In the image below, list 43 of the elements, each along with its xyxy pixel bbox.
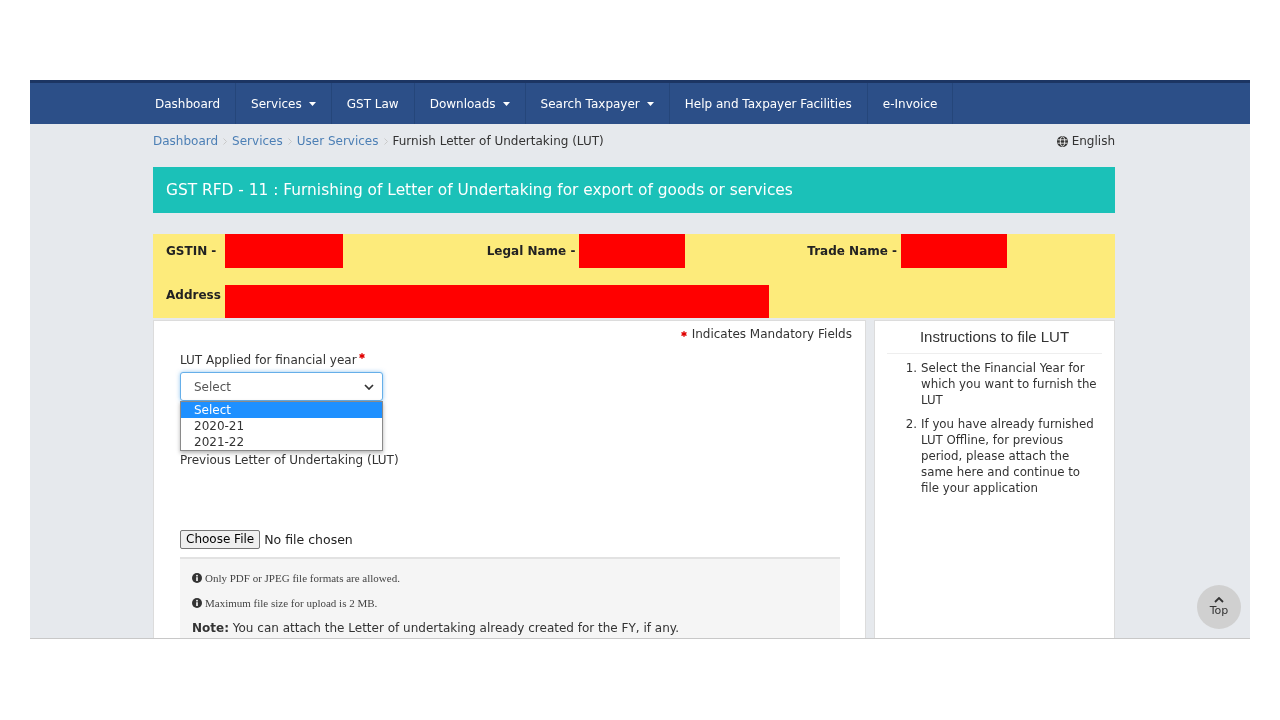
field-label: GSTIN - (166, 244, 218, 258)
back-to-top-button[interactable]: Top (1197, 585, 1241, 629)
chevron-right-icon (223, 137, 228, 145)
nav-menu-item[interactable]: Dashboard (140, 83, 237, 124)
nav-menu-item[interactable]: Downloads (414, 83, 526, 124)
nav-menu-item[interactable]: Services (236, 83, 332, 124)
language-link[interactable]: English (1056, 134, 1115, 148)
breadcrumb-current: Furnish Letter of Undertaking (LUT) (392, 134, 604, 148)
field-label: LUT Applied for financial year (180, 353, 357, 367)
required-asterisk-icon (680, 331, 687, 337)
step-text: Select the Financial Year for which you want to furnish the LUT (921, 360, 1098, 408)
page-title-bar: GST RFD - 11 : Furnishing of Letter of Undertaking for export of goods or services (153, 167, 1115, 213)
mandatory-note: Indicates Mandatory Fields (691, 327, 852, 341)
note-text: Maximum file size for upload is 2 MB. (205, 596, 378, 610)
panel-title: Instructions to file LUT (918, 327, 1071, 346)
step-number: 1. (904, 360, 917, 377)
note-text: Only PDF or JPEG file formats are allowed. (205, 571, 400, 585)
chevron-right-icon (287, 137, 292, 145)
nav-menu-item[interactable]: e-Invoice (867, 83, 954, 124)
field-label: Previous Letter of Undertaking (LUT) (180, 453, 399, 467)
field-label: Legal Name - (486, 244, 576, 258)
nav-menu-item[interactable]: Search Taxpayer (525, 83, 670, 124)
globe-icon (1056, 135, 1068, 147)
info-icon (192, 598, 202, 608)
breadcrumb-link[interactable]: Dashboard (153, 134, 219, 148)
dropdown-option[interactable]: 2021-22 (181, 434, 382, 450)
chevron-down-icon (364, 383, 374, 390)
chevron-up-icon (1214, 597, 1224, 603)
nav-menu-item[interactable]: GST Law (331, 83, 415, 124)
info-icon (192, 573, 202, 583)
file-status-text: No file chosen (264, 532, 353, 547)
field-label: Address (166, 288, 222, 302)
choose-file-button[interactable]: Choose File (180, 530, 261, 549)
step-number: 2. (904, 416, 917, 433)
note-text: Note: You can attach the Letter of undertaking already created for the FY, if any. (192, 621, 679, 635)
year-select[interactable]: Select (180, 372, 383, 401)
breadcrumb-link[interactable]: Services (232, 134, 283, 148)
dropdown-option[interactable]: 2020-21 (181, 418, 382, 434)
chevron-right-icon (383, 137, 388, 145)
step-text: If you have already furnished LUT Offline, for previous period, please attach the same here and continue to file your application (921, 416, 1095, 496)
breadcrumb-link[interactable]: User Services (296, 134, 379, 148)
field-label: Trade Name - (807, 244, 898, 258)
nav-menu-item[interactable]: Help and Taxpayer Facilities (669, 83, 868, 124)
